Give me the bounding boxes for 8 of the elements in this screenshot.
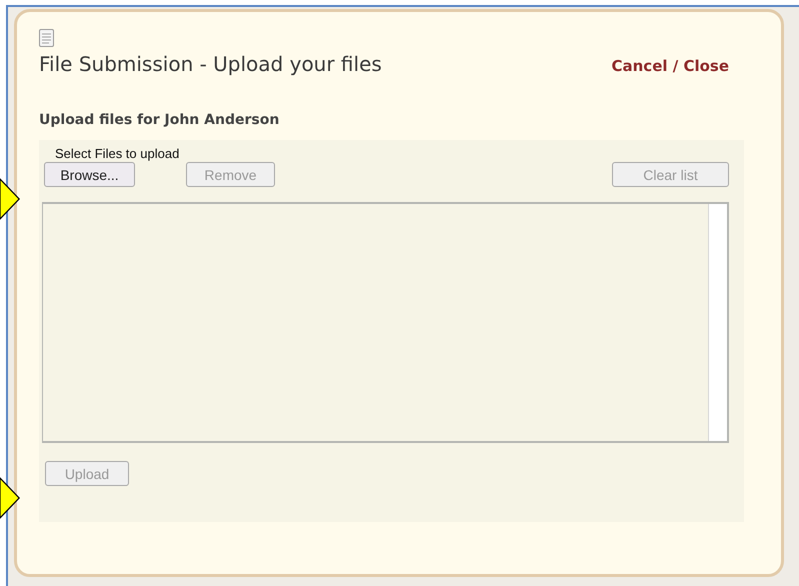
section-heading: Upload files for John Anderson <box>39 112 280 128</box>
file-list[interactable] <box>42 202 729 443</box>
cancel-close-link[interactable]: Cancel / Close <box>612 57 729 75</box>
browse-button[interactable]: Browse... <box>44 162 135 187</box>
dialog-title: File Submission - Upload your files <box>39 52 382 76</box>
select-files-label: Select Files to upload <box>55 146 180 161</box>
document-icon <box>39 29 55 48</box>
scrollbar[interactable] <box>708 204 727 441</box>
